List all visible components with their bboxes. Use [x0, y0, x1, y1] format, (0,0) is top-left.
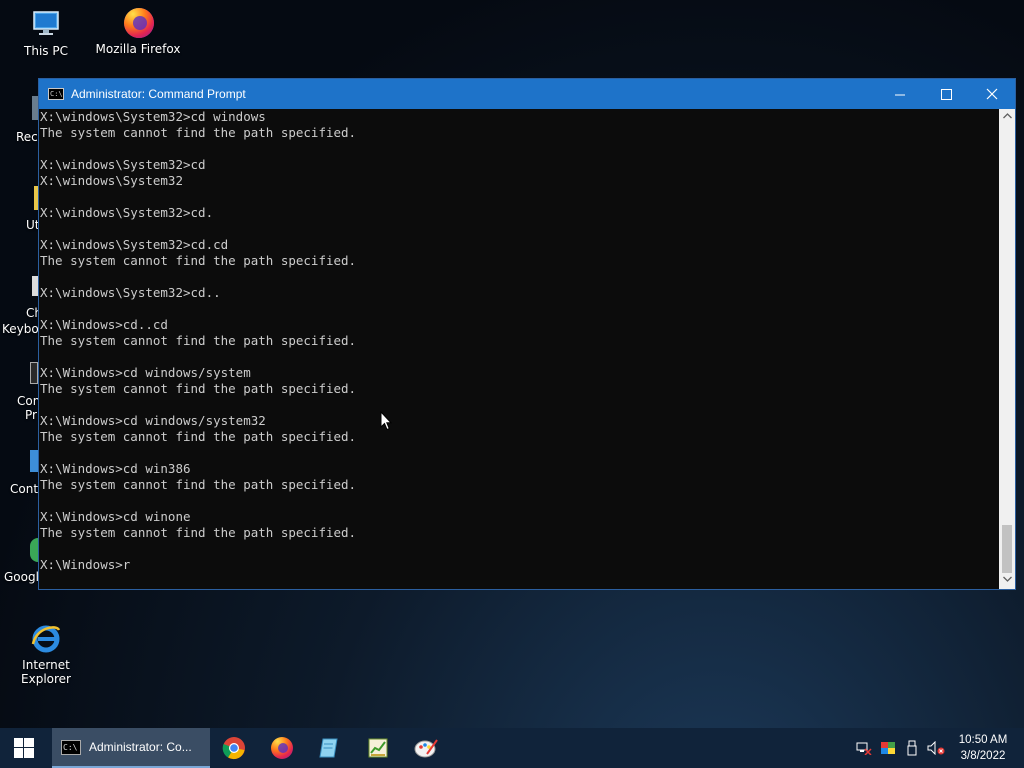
chevron-down-icon — [1002, 576, 1012, 582]
desktop-icon-label: Googl — [4, 570, 39, 584]
chrome-icon — [222, 737, 245, 760]
console-line: X:\windows\System32 — [40, 173, 183, 188]
color-icon — [881, 742, 895, 754]
mouse-pointer-icon — [380, 410, 393, 435]
firefox-icon — [122, 6, 154, 38]
firefox-icon — [271, 737, 293, 759]
desktop-icon-label: Internet Explorer — [21, 658, 71, 686]
console-line: X:\Windows>cd windows/system32 — [40, 413, 266, 428]
console-line: X:\Windows>cd windows/system — [40, 365, 251, 380]
color-tray-button[interactable] — [876, 728, 900, 768]
desktop-icon-internet-explorer[interactable]: Internet Explorer — [0, 622, 92, 686]
clock-time: 10:50 AM — [958, 734, 1008, 746]
clock[interactable]: 10:50 AM 3/8/2022 — [948, 732, 1018, 764]
control-panel-icon — [30, 450, 38, 472]
desktop-icon-firefox[interactable]: Mozilla Firefox — [92, 6, 184, 56]
usb-tray-button[interactable] — [900, 728, 924, 768]
console-line: The system cannot find the path specifie… — [40, 477, 357, 492]
this-pc-icon — [30, 8, 62, 40]
chrome-icon — [30, 538, 38, 562]
usb-icon — [907, 740, 917, 756]
cmd-icon: C:\ — [61, 739, 81, 755]
windows-logo-icon — [14, 738, 34, 758]
console-line: X:\windows\System32>cd — [40, 157, 206, 172]
desktop-icon-label: This PC — [24, 44, 68, 58]
console-line: The system cannot find the path specifie… — [40, 333, 357, 348]
console-line: The system cannot find the path specifie… — [40, 525, 357, 540]
maximize-icon — [940, 88, 952, 100]
minimize-icon — [894, 94, 905, 95]
console-line: X:\Windows>cd win386 — [40, 461, 191, 476]
close-icon — [986, 88, 998, 100]
taskbar-item-command-prompt[interactable]: C:\ Administrator: Co... — [52, 728, 210, 768]
volume-muted-icon — [927, 741, 945, 755]
clock-date: 3/8/2022 — [960, 750, 1006, 762]
maximize-button[interactable] — [923, 79, 969, 109]
console-line: X:\Windows>cd winone — [40, 509, 191, 524]
system-tray: 10:50 AM 3/8/2022 — [852, 728, 1024, 768]
taskbar-item-label: Administrator: Co... — [89, 740, 192, 754]
internet-explorer-icon — [30, 622, 62, 654]
desktop-icon-label: Pr — [25, 408, 37, 422]
console-line: The system cannot find the path specifie… — [40, 381, 357, 396]
taskbar: C:\ Administrator: Co... 10:50 AM 3/8/20… — [0, 728, 1024, 768]
console-line: X:\windows\System32>cd. — [40, 205, 214, 220]
console-line: X:\windows\System32>cd windows — [40, 109, 266, 124]
taskbar-item-firefox[interactable] — [258, 728, 306, 768]
cmd-icon — [30, 362, 38, 384]
network-tray-button[interactable] — [852, 728, 876, 768]
vertical-scrollbar[interactable] — [999, 109, 1015, 589]
desktop-icon-this-pc[interactable]: This PC — [0, 8, 92, 58]
window-title: Administrator: Command Prompt — [71, 87, 246, 101]
volume-tray-button[interactable] — [924, 728, 948, 768]
close-button[interactable] — [969, 79, 1015, 109]
spreadsheet-icon — [368, 738, 388, 758]
taskbar-item-spreadsheet[interactable] — [354, 728, 402, 768]
taskbar-item-chrome[interactable] — [210, 728, 258, 768]
console-line: X:\Windows>r — [40, 557, 131, 572]
console-line: X:\Windows>cd..cd — [40, 317, 168, 332]
console-output[interactable]: X:\windows\System32>cd windows The system… — [39, 109, 999, 589]
console-line: X:\windows\System32>cd.. — [40, 285, 221, 300]
console-line: The system cannot find the path specifie… — [40, 253, 357, 268]
window-titlebar[interactable]: C:\ Administrator: Command Prompt — [39, 79, 1015, 109]
notepad-icon — [319, 738, 338, 758]
scroll-down-button[interactable] — [999, 572, 1015, 589]
console-line: X:\windows\System32>cd.cd — [40, 237, 229, 252]
desktop-icon-label: Mozilla Firefox — [95, 42, 181, 56]
scroll-up-button[interactable] — [999, 109, 1015, 126]
start-button[interactable] — [0, 728, 48, 768]
cmd-icon: C:\ — [48, 88, 64, 100]
minimize-button[interactable] — [877, 79, 923, 109]
network-icon — [856, 742, 872, 755]
taskbar-item-paint[interactable] — [402, 728, 450, 768]
taskbar-item-notepad[interactable] — [306, 728, 354, 768]
chevron-up-icon — [1002, 113, 1012, 119]
console-line: The system cannot find the path specifie… — [40, 429, 357, 444]
paint-icon — [414, 739, 438, 758]
console-line: The system cannot find the path specifie… — [40, 125, 357, 140]
command-prompt-window[interactable]: C:\ Administrator: Command Prompt X:\win… — [38, 78, 1016, 590]
scrollbar-thumb[interactable] — [1002, 525, 1012, 573]
